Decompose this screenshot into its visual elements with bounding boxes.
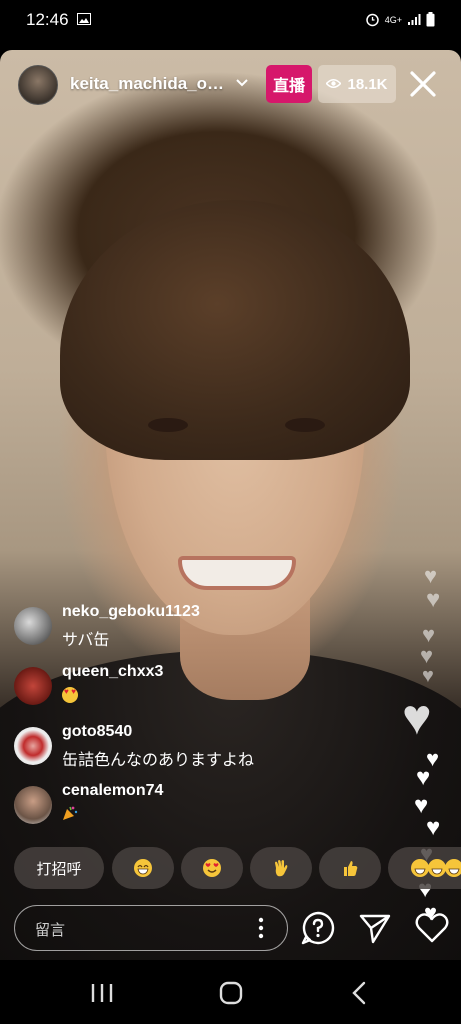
viewer-count-pill[interactable]: 18.1K	[318, 65, 396, 103]
question-icon[interactable]	[300, 910, 336, 946]
close-icon[interactable]	[408, 69, 438, 99]
video-hair	[60, 200, 410, 460]
eye-icon	[325, 76, 343, 93]
quick-reactions-bar: 打招呼	[14, 847, 461, 889]
comment-item[interactable]: queen_chxx3	[14, 663, 374, 713]
floating-heart-icon: ♥	[402, 689, 432, 745]
comment-text	[62, 686, 78, 704]
status-left: 12:46	[26, 10, 91, 30]
floating-heart-icon: ♥	[416, 764, 431, 791]
send-icon[interactable]	[357, 910, 393, 946]
video-eye-right	[285, 418, 325, 432]
host-avatar[interactable]	[18, 65, 58, 105]
comment-username[interactable]: queen_chxx3	[62, 663, 163, 681]
floating-heart-icon: ♥	[422, 665, 434, 687]
party-popper-icon	[62, 806, 78, 825]
comment-avatar[interactable]	[14, 786, 52, 824]
heart-eyes-emoji-icon	[62, 686, 78, 703]
comment-text: サバ缶	[62, 632, 110, 649]
live-header: keita_machida_offi... 直播 18.1K	[0, 60, 461, 110]
greet-button[interactable]: 打招呼	[14, 847, 104, 889]
back-icon[interactable]	[340, 978, 380, 1008]
network-type: 4G+	[384, 15, 402, 25]
floating-heart-icon: ♥	[424, 563, 438, 588]
comment-avatar[interactable]	[14, 727, 52, 765]
viewer-count: 18.1K	[347, 75, 388, 93]
floating-heart-icon: ♥	[420, 643, 434, 668]
comment-item[interactable]: cenalemon74	[14, 782, 374, 832]
comment-input[interactable]: 留言	[14, 905, 288, 951]
heart-eyes-reaction[interactable]	[181, 847, 243, 889]
grinning-face-reaction[interactable]	[112, 847, 174, 889]
thumbs-up-icon	[344, 861, 358, 876]
floating-heart-icon: ♥	[426, 586, 441, 613]
live-badge: 直播	[266, 65, 312, 103]
status-bar: 12:46 4G+	[0, 0, 461, 40]
screen: 12:46 4G+ keita_machida_offi... 直播 18.1K…	[0, 0, 461, 1024]
status-right: 4G+	[365, 11, 435, 29]
comment-item[interactable]: neko_geboku1123 サバ缶	[14, 603, 374, 653]
more-options-icon[interactable]	[251, 916, 271, 940]
comment-username[interactable]: neko_geboku1123	[62, 603, 200, 621]
home-icon[interactable]	[211, 978, 251, 1008]
comment-text	[62, 805, 78, 826]
grinning-face-icon	[134, 859, 152, 877]
laughing-faces-icon	[411, 859, 461, 877]
status-time: 12:46	[26, 10, 69, 29]
comment-item[interactable]: goto8540 缶詰色んなのありますよね	[14, 723, 374, 773]
battery-icon	[426, 11, 435, 29]
thumbs-up-reaction[interactable]	[319, 847, 381, 889]
comment-username[interactable]: goto8540	[62, 723, 132, 741]
system-nav-bar	[0, 960, 461, 1024]
video-smile	[178, 556, 296, 590]
comment-text: 缶詰色んなのありますよね	[62, 752, 255, 769]
comment-avatar[interactable]	[14, 607, 52, 645]
video-eye-left	[148, 418, 188, 432]
comment-input-placeholder: 留言	[35, 922, 66, 939]
floating-heart-icon: ♥	[426, 814, 441, 841]
signal-icon	[407, 13, 421, 28]
heart-outline-icon[interactable]	[414, 910, 450, 946]
waving-hand-reaction[interactable]	[250, 847, 312, 889]
heart-eyes-icon	[203, 859, 221, 877]
gallery-icon	[76, 10, 91, 30]
alarm-icon	[365, 12, 380, 29]
comment-avatar[interactable]	[14, 667, 52, 705]
chevron-down-icon[interactable]	[234, 74, 250, 95]
recents-icon[interactable]	[82, 978, 122, 1008]
comment-username[interactable]: cenalemon74	[62, 782, 163, 800]
laughing-faces-reaction[interactable]	[388, 847, 461, 889]
waving-hand-icon	[275, 860, 288, 877]
host-username[interactable]: keita_machida_offi...	[70, 74, 228, 94]
